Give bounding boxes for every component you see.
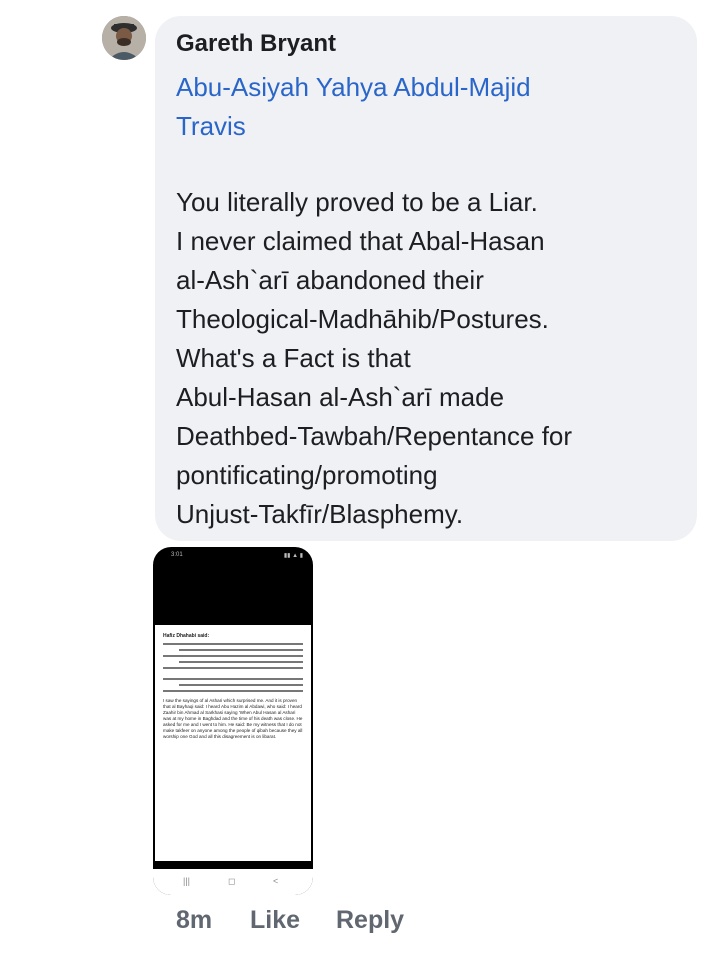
comment-line: Deathbed-Tawbah/Repentance for xyxy=(176,421,573,451)
arabic-text-line xyxy=(179,684,303,686)
comment-line: I never claimed that Abal-Hasan xyxy=(176,226,545,256)
avatar[interactable] xyxy=(102,16,146,60)
home-icon: ◻ xyxy=(228,876,236,886)
comment-line: Unjust-Takfīr/Blasphemy. xyxy=(176,499,464,529)
document-english-text: I saw the sayings of al Ashari which sur… xyxy=(163,698,303,739)
comment-line: What's a Fact is that xyxy=(176,343,411,373)
arabic-text-line xyxy=(163,655,303,657)
back-icon: < xyxy=(273,876,279,886)
mentioned-user-link[interactable]: Abu-Asiyah Yahya Abdul-Majid Travis xyxy=(176,68,676,146)
person-avatar-icon xyxy=(102,16,146,60)
comment-line: al-Ash`arī abandoned their xyxy=(176,265,484,295)
comment-line: Abul-Hasan al-Ash`arī made xyxy=(176,382,505,412)
attached-screenshot[interactable]: 3:01 ▮▮ ▲ ▮ Hafiz Dhahabi said: I saw th… xyxy=(153,547,313,895)
arabic-text-line xyxy=(163,690,303,692)
comment-author[interactable]: Gareth Bryant xyxy=(176,30,336,58)
comment-time[interactable]: 8m xyxy=(176,906,212,935)
phone-nav-bar: ||| ◻ < xyxy=(153,869,313,895)
comment-line: You literally proved to be a Liar. xyxy=(176,187,538,217)
arabic-text-line xyxy=(179,649,303,651)
mention-line[interactable]: Travis xyxy=(176,107,676,146)
comment-line: pontificating/promoting xyxy=(176,460,438,490)
mention-line[interactable]: Abu-Asiyah Yahya Abdul-Majid xyxy=(176,68,676,107)
arabic-text-line xyxy=(163,678,303,680)
reply-button[interactable]: Reply xyxy=(336,906,404,935)
document-page: Hafiz Dhahabi said: I saw the sayings of… xyxy=(155,625,311,861)
arabic-text-line xyxy=(179,661,303,663)
comment-text: You literally proved to be a Liar. I nev… xyxy=(176,183,686,534)
recent-apps-icon: ||| xyxy=(183,876,191,886)
like-button[interactable]: Like xyxy=(250,906,300,935)
status-time: 3:01 xyxy=(171,552,183,558)
arabic-text-line xyxy=(163,643,303,645)
status-icons: ▮▮ ▲ ▮ xyxy=(283,553,303,559)
arabic-text-line xyxy=(163,667,303,669)
comment-line: Theological-Madhāhib/Postures. xyxy=(176,304,549,334)
document-title: Hafiz Dhahabi said: xyxy=(163,633,210,639)
